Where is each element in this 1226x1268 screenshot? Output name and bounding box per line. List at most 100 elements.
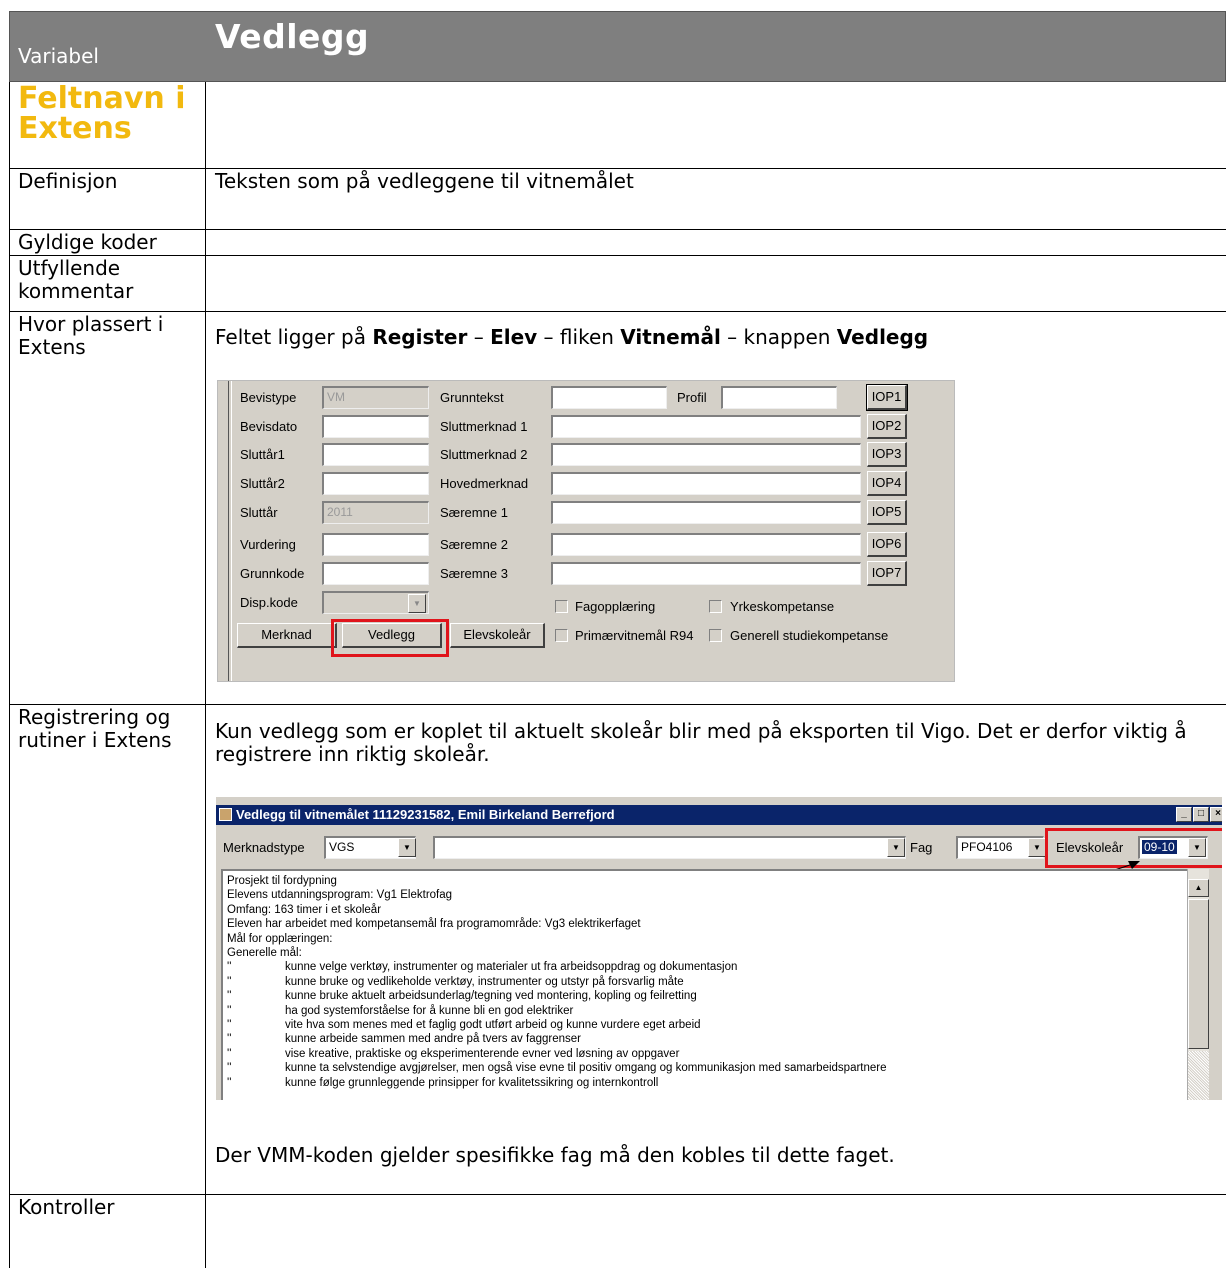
iop1-button[interactable]: IOP1 bbox=[866, 384, 908, 411]
input-vurdering[interactable] bbox=[322, 533, 429, 556]
goal-text: kunne bruke aktuelt arbeidsunderlag/tegn… bbox=[285, 990, 697, 1003]
elevskolear-button[interactable]: Elevskoleår bbox=[450, 623, 545, 648]
checkbox-fagopplaering[interactable] bbox=[555, 600, 568, 613]
goal-prefix: '' bbox=[227, 1076, 232, 1089]
goal-line: '' kunne bruke og vedlikeholde verktøy, i… bbox=[227, 975, 1183, 989]
feltnavn-value bbox=[207, 82, 1226, 168]
goal-text: ha god systemforståelse for å kunne bli … bbox=[285, 1004, 574, 1017]
iop6-button[interactable]: IOP6 bbox=[867, 532, 907, 557]
input-sluttar2[interactable] bbox=[322, 472, 429, 495]
label-merknadstype: Merknadstype bbox=[223, 840, 305, 855]
goal-text: kunne bruke og vedlikeholde verktøy, ins… bbox=[285, 975, 684, 988]
checkbox-primaervitnemal[interactable] bbox=[555, 629, 568, 642]
hvor-text: – fliken bbox=[537, 325, 621, 349]
hvor-text: – knappen bbox=[720, 325, 837, 349]
row-definisjon: Definisjon Teksten som på vedleggene til… bbox=[9, 169, 1226, 230]
iop3-button[interactable]: IOP3 bbox=[867, 442, 907, 467]
text-line: Eleven har arbeidet med kompetansemål fr… bbox=[227, 918, 641, 931]
goal-prefix: '' bbox=[227, 1019, 232, 1032]
select-merknad-text[interactable] bbox=[433, 836, 906, 859]
input-bevistype[interactable]: VM bbox=[322, 386, 429, 409]
input-grunnkode[interactable] bbox=[322, 562, 429, 585]
goal-text: kunne følge grunnleggende prinsipper for… bbox=[285, 1076, 659, 1089]
goal-line: '' kunne arbeide sammen med andre på tver… bbox=[227, 1032, 1183, 1046]
merknad-button[interactable]: Merknad bbox=[237, 623, 337, 648]
input-bevisdato[interactable] bbox=[322, 415, 429, 438]
goal-line: '' vite hva som menes med et faglig godt … bbox=[227, 1018, 1183, 1032]
definisjon-value: Teksten som på vedleggene til vitnemålet bbox=[215, 169, 634, 193]
input-sluttar[interactable]: 2011 bbox=[322, 501, 429, 524]
goal-text: vite hva som menes med et faglig godt ut… bbox=[285, 1019, 701, 1032]
text-line: Omfang: 163 timer i et skoleår bbox=[227, 903, 382, 916]
text-line: Generelle mål: bbox=[227, 947, 302, 960]
goal-line: '' vise kreative, praktiske og eksperimen… bbox=[227, 1047, 1183, 1061]
iop4-button[interactable]: IOP4 bbox=[867, 471, 907, 496]
iop5-button[interactable]: IOP5 bbox=[867, 500, 907, 525]
form-divider bbox=[228, 381, 229, 681]
checkbox-yrkeskompetanse[interactable] bbox=[709, 600, 722, 613]
goal-line: '' kunne velge verktøy, instrumenter og m… bbox=[227, 960, 1183, 974]
label-bevistype: Bevistype bbox=[240, 390, 297, 405]
input-saeremne3[interactable] bbox=[551, 562, 861, 585]
checkbox-generell-studiekompetanse[interactable] bbox=[709, 629, 722, 642]
vedlegg-window-screenshot: Vedlegg til vitnemålet 11129231582, Emil… bbox=[216, 797, 1222, 1100]
label-saeremne1: Særemne 1 bbox=[440, 505, 508, 520]
kontroller-label: Kontroller bbox=[10, 1195, 206, 1268]
hvor-plassert-label: Hvor plassert i Extens bbox=[10, 312, 206, 704]
highlight-box bbox=[331, 619, 449, 657]
label-sluttar: Sluttår bbox=[240, 505, 278, 520]
label-fag: Fag bbox=[910, 840, 933, 855]
input-profil[interactable] bbox=[721, 386, 837, 409]
goal-line: '' kunne bruke aktuelt arbeidsunderlag/te… bbox=[227, 989, 1183, 1003]
goal-line: '' kunne ta selvstendige avgjørelser, men… bbox=[227, 1061, 1183, 1075]
goal-text: kunne ta selvstendige avgjørelser, men o… bbox=[285, 1062, 887, 1075]
iop2-button[interactable]: IOP2 bbox=[867, 414, 907, 439]
hvor-text: – bbox=[467, 325, 491, 349]
goal-line: '' kunne følge grunnleggende prinsipper f… bbox=[227, 1076, 1183, 1090]
input-saeremne1[interactable] bbox=[551, 501, 861, 524]
kontroller-value bbox=[207, 1195, 1226, 1268]
text-line: Elevens utdanningsprogram: Vg1 Elektrofa… bbox=[227, 889, 453, 902]
goal-line: '' ha god systemforståelse for å kunne bl… bbox=[227, 1004, 1183, 1018]
scroll-up-icon[interactable]: ▲ bbox=[1188, 879, 1209, 897]
input-hovedmerknad[interactable] bbox=[551, 472, 861, 495]
goal-prefix: '' bbox=[227, 1047, 232, 1060]
app-icon bbox=[219, 808, 232, 821]
gyldige-koder-label: Gyldige koder bbox=[10, 230, 206, 255]
chevron-down-icon[interactable]: ▼ bbox=[1028, 838, 1046, 857]
registrering-label: Registrering og rutiner i Extens bbox=[10, 705, 206, 1194]
row-gyldige-koder: Gyldige koder bbox=[9, 230, 1226, 256]
chevron-down-icon[interactable]: ▼ bbox=[398, 838, 416, 857]
label-vurdering: Vurdering bbox=[240, 537, 296, 552]
vedlegg-textarea[interactable]: Prosjekt til fordypning Elevens utdannin… bbox=[221, 869, 1187, 1100]
label-fagopplaering: Fagopplæring bbox=[575, 599, 656, 614]
chevron-down-icon[interactable]: ▼ bbox=[887, 838, 905, 857]
hvor-bold-register: Register bbox=[372, 325, 468, 349]
input-sluttmerknad1[interactable] bbox=[551, 415, 861, 438]
input-grunntekst[interactable] bbox=[551, 386, 667, 409]
input-saeremne2[interactable] bbox=[551, 533, 861, 556]
chevron-down-icon[interactable]: ▼ bbox=[408, 594, 426, 613]
utfyllende-label: Utfyllende kommentar bbox=[10, 256, 206, 311]
label-generell-studiekompetanse: Generell studiekompetanse bbox=[730, 628, 889, 643]
definisjon-label: Definisjon bbox=[10, 169, 206, 229]
page-title: Vedlegg bbox=[215, 17, 370, 56]
hvor-bold-elev: Elev bbox=[490, 325, 538, 349]
form-divider bbox=[231, 381, 232, 681]
label-grunntekst: Grunntekst bbox=[440, 390, 504, 405]
feltnavn-label: Feltnavn i Extens bbox=[10, 82, 206, 168]
window-title: Vedlegg til vitnemålet 11129231582, Emil… bbox=[236, 807, 615, 822]
scroll-thumb[interactable] bbox=[1188, 899, 1209, 1049]
label-saeremne3: Særemne 3 bbox=[440, 566, 508, 581]
scroll-track[interactable] bbox=[1188, 1051, 1209, 1100]
input-sluttmerknad2[interactable] bbox=[551, 443, 861, 466]
iop7-button[interactable]: IOP7 bbox=[867, 561, 907, 586]
scrollbar[interactable]: ▲ bbox=[1187, 869, 1209, 1100]
label-grunnkode: Grunnkode bbox=[240, 566, 305, 581]
goal-prefix: '' bbox=[227, 1033, 232, 1046]
close-icon[interactable]: × bbox=[1210, 807, 1222, 822]
hvor-bold-vedlegg: Vedlegg bbox=[836, 325, 929, 349]
input-sluttar1[interactable] bbox=[322, 443, 429, 466]
maximize-icon[interactable]: □ bbox=[1193, 807, 1209, 822]
minimize-icon[interactable]: _ bbox=[1176, 807, 1192, 822]
